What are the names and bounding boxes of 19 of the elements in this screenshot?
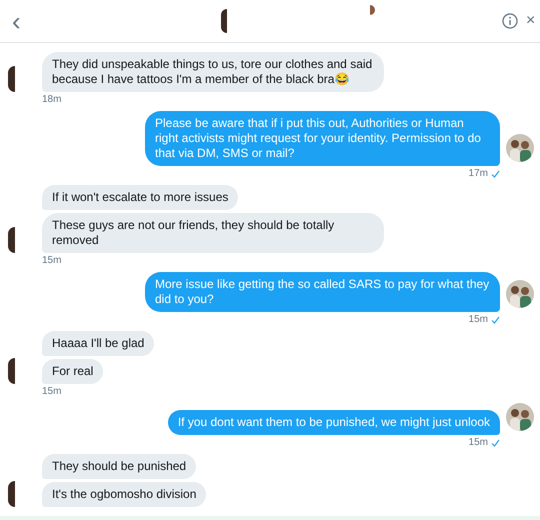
message-bubble: These guys are not our friends, they should be totally removed	[42, 213, 384, 253]
message-bubble: They did unspeakable things to us, tore our clothes and said because I have tattoos I'm a member of the black bra😂	[42, 52, 384, 92]
timestamp: 15m	[42, 386, 62, 398]
message-bubble: Haaaa I'll be glad	[42, 331, 154, 356]
timestamp: 17m	[468, 168, 488, 180]
message-bubble: If it won't escalate to more issues	[42, 185, 238, 210]
message-bubble: Please be aware that if i put this out, Authorities or Human right activists might request for your identity. Permission to do that via DM, SMS or mail?	[145, 111, 500, 166]
message-bubble: They should be punished	[42, 454, 196, 479]
timestamp: 15m	[468, 437, 488, 449]
back-button[interactable]: ‹	[6, 8, 27, 34]
message-bubble: More issue like getting the so called SARS to pay for what they did to you?	[145, 272, 500, 312]
timestamp: 15m	[468, 314, 488, 326]
message-bubble: It's the ogbomosho division	[42, 482, 206, 507]
message-bubble: If you dont want them to be punished, we might just unlook	[168, 410, 500, 435]
timestamp: 15m	[42, 255, 62, 267]
close-button[interactable]: ×	[526, 13, 534, 29]
info-icon[interactable]	[502, 13, 518, 29]
timestamp: 18m	[42, 94, 62, 106]
message-bubble: For real	[42, 359, 104, 384]
